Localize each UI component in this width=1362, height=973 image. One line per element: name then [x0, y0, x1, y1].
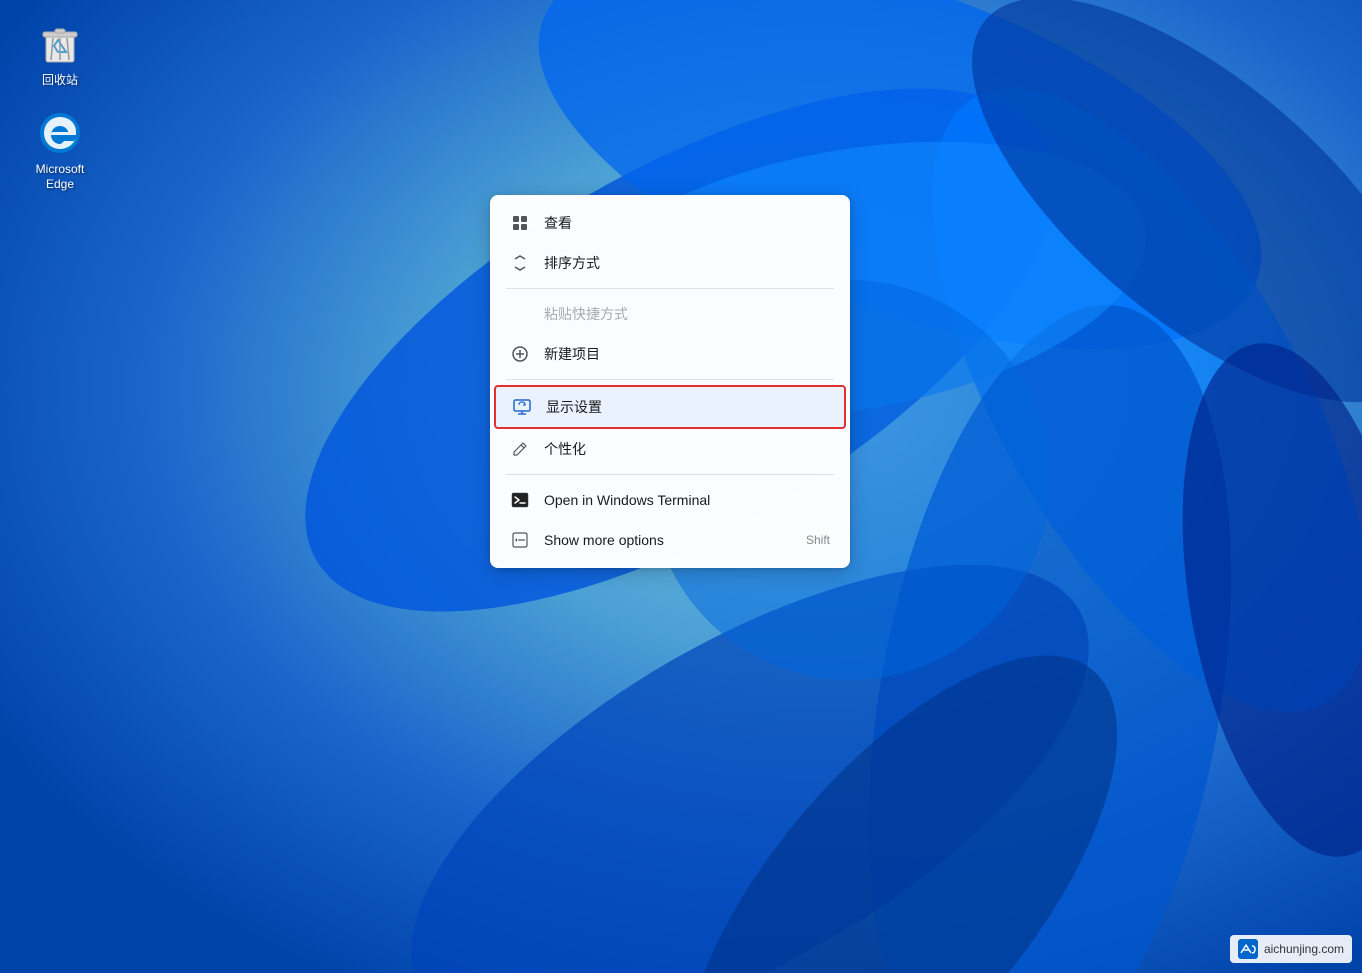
- show-more-shortcut: Shift: [806, 533, 830, 547]
- menu-item-personalize[interactable]: 个性化: [490, 429, 850, 469]
- menu-item-display-settings[interactable]: 显示设置: [494, 385, 846, 429]
- open-terminal-label: Open in Windows Terminal: [544, 492, 830, 508]
- plus-circle-icon: [510, 344, 530, 364]
- display-settings-label: 显示设置: [546, 397, 828, 417]
- recycle-bin-image: [36, 20, 84, 68]
- menu-item-paste-shortcut: 粘贴快捷方式: [490, 294, 850, 334]
- menu-item-sort[interactable]: 排序方式: [490, 243, 850, 283]
- divider-2: [506, 379, 834, 380]
- watermark: aichunjing.com: [1230, 935, 1352, 963]
- view-label: 查看: [544, 213, 830, 233]
- personalize-label: 个性化: [544, 439, 830, 459]
- edge-label: MicrosoftEdge: [36, 162, 85, 193]
- divider-3: [506, 474, 834, 475]
- edge-image: [36, 109, 84, 157]
- sort-label: 排序方式: [544, 253, 830, 273]
- new-item-label: 新建项目: [544, 344, 830, 364]
- grid-icon: [510, 213, 530, 233]
- sort-icon: [510, 253, 530, 273]
- menu-item-terminal[interactable]: Open in Windows Terminal: [490, 480, 850, 520]
- divider-1: [506, 288, 834, 289]
- menu-item-new[interactable]: 新建项目: [490, 334, 850, 374]
- show-more-label: Show more options: [544, 532, 792, 548]
- terminal-icon: [510, 490, 530, 510]
- recycle-bin-label: 回收站: [42, 73, 78, 89]
- desktop: 回收站 MicrosoftEdge: [0, 0, 1362, 973]
- context-menu: 查看 排序方式 粘贴快捷方式: [490, 195, 850, 568]
- more-options-icon: [510, 530, 530, 550]
- paste-shortcut-label: 粘贴快捷方式: [544, 304, 830, 324]
- watermark-label: aichunjing.com: [1264, 942, 1344, 956]
- display-icon: [512, 397, 532, 417]
- desktop-icons-container: 回收站 MicrosoftEdge: [20, 20, 100, 193]
- microsoft-edge-icon[interactable]: MicrosoftEdge: [20, 109, 100, 193]
- paste-icon: [510, 304, 530, 324]
- menu-item-show-more[interactable]: Show more options Shift: [490, 520, 850, 560]
- menu-item-view[interactable]: 查看: [490, 203, 850, 243]
- pencil-icon: [510, 439, 530, 459]
- aichunjing-icon: [1238, 939, 1258, 959]
- recycle-bin-icon[interactable]: 回收站: [20, 20, 100, 89]
